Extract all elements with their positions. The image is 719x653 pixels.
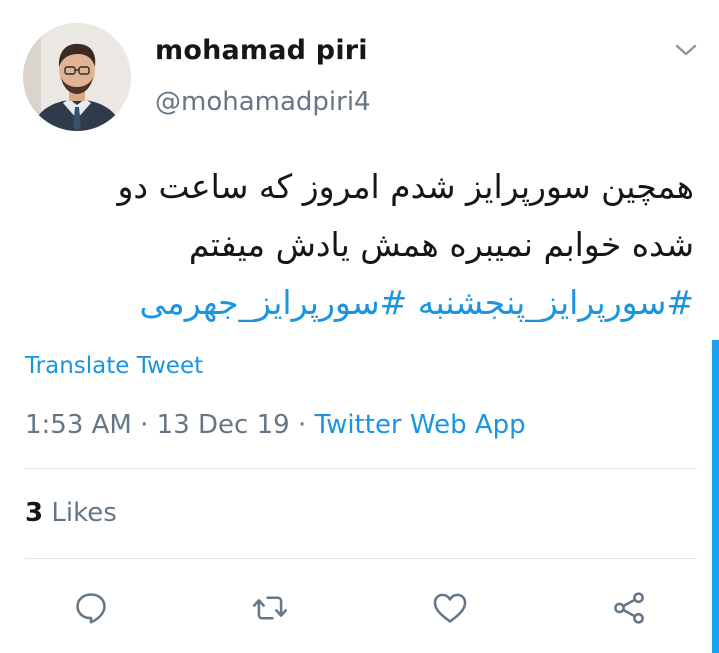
tweet-time[interactable]: 1:53 AM xyxy=(25,410,132,440)
tweet-hashtags[interactable]: #سورپرایز_پنجشنبه #سورپرایز_جهرمی xyxy=(30,274,694,332)
heart-icon xyxy=(433,593,467,623)
likes-label: Likes xyxy=(51,498,117,528)
share-button[interactable] xyxy=(606,585,652,631)
likes-stat[interactable]: 3 Likes xyxy=(25,498,117,528)
like-button[interactable] xyxy=(427,585,473,631)
reply-button[interactable] xyxy=(68,585,114,631)
translate-tweet-link[interactable]: Translate Tweet xyxy=(25,353,203,379)
tweet-action-bar xyxy=(0,585,719,633)
user-handle[interactable]: @mohamadpiri4 xyxy=(155,87,371,117)
tweet-menu-button[interactable] xyxy=(671,37,701,63)
tweet-date[interactable]: 13 Dec 19 xyxy=(157,410,290,440)
retweet-icon xyxy=(252,596,288,620)
tweet-text-line: همچین سورپرایز شدم امروز که ساعت دو xyxy=(117,167,694,206)
avatar-image xyxy=(23,23,131,131)
reply-icon xyxy=(76,593,106,624)
tweet-source-link[interactable]: Twitter Web App xyxy=(314,410,525,440)
tweet-text: همچین سورپرایز شدم امروز که ساعت دو شده … xyxy=(30,158,694,332)
tweet-text-line: شده خوابم نمیبره همش یادش میفتم xyxy=(188,225,694,264)
meta-separator: · xyxy=(297,410,307,440)
likes-count: 3 xyxy=(25,498,44,528)
avatar[interactable] xyxy=(23,23,131,131)
retweet-button[interactable] xyxy=(247,585,293,631)
chevron-down-icon xyxy=(675,44,697,56)
meta-separator: · xyxy=(140,410,149,440)
share-icon xyxy=(614,592,644,624)
divider xyxy=(25,558,697,559)
display-name[interactable]: mohamad piri xyxy=(155,35,368,66)
divider xyxy=(25,468,697,469)
tweet-metadata: 1:53 AM · 13 Dec 19 · Twitter Web App xyxy=(25,410,526,440)
